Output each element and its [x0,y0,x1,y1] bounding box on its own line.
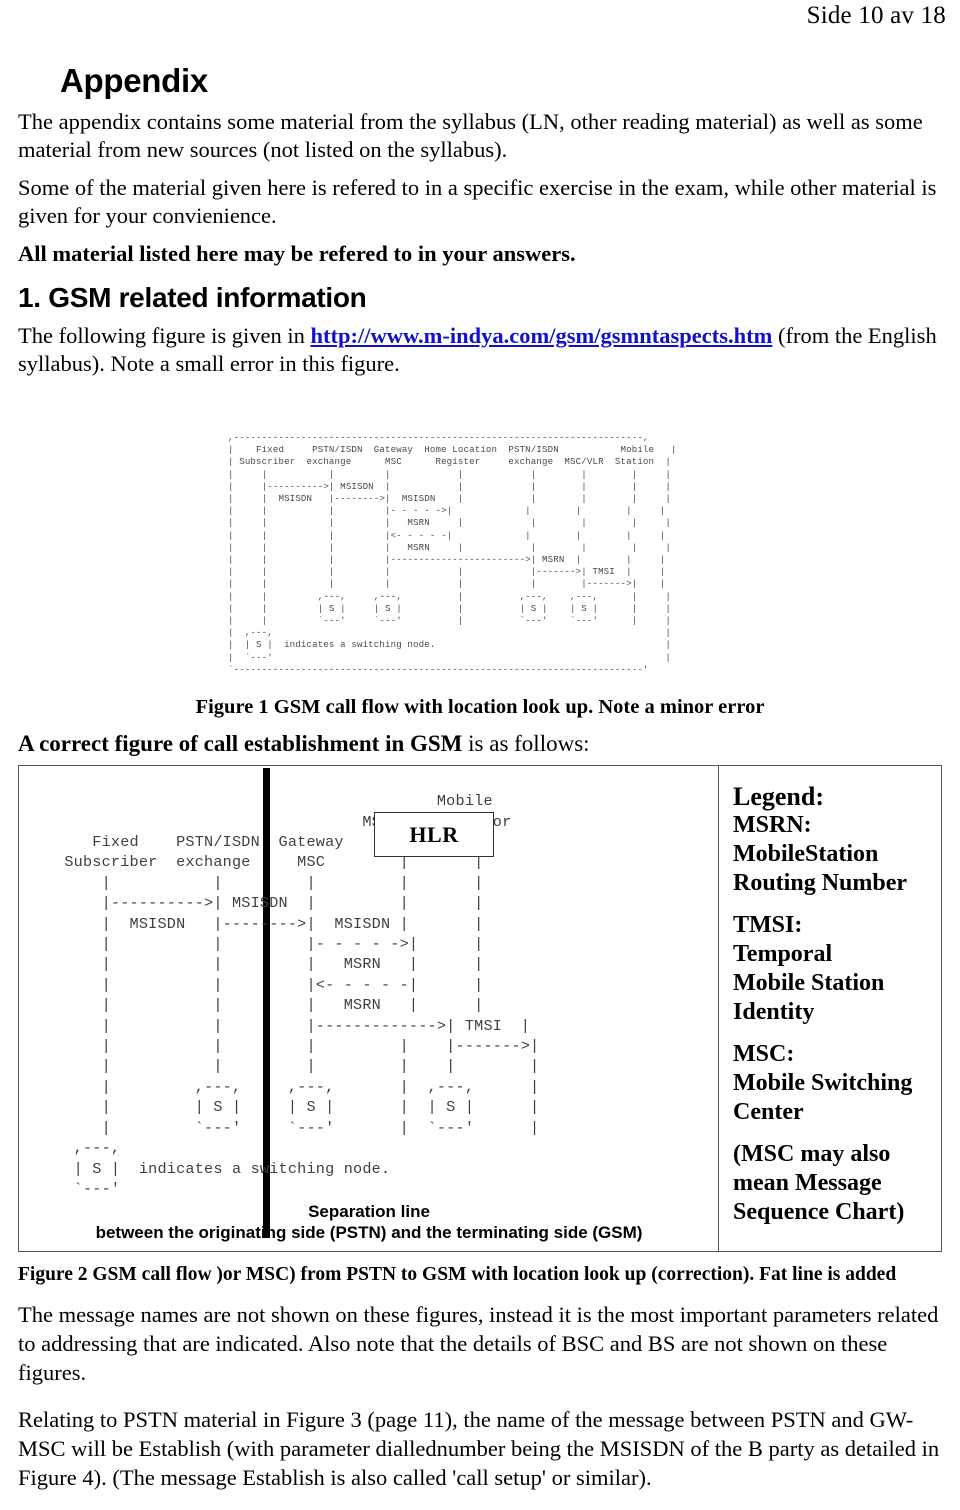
separation-line-caption: Separation line between the originating … [19,1201,718,1243]
figure-2-diagram-panel: Mobile MSC/VLR Statior Fixed PSTN/ISDN G… [19,766,719,1251]
figure-1-caption: Figure 1 GSM call flow with location loo… [195,696,765,718]
legend-msc-note-line3: Sequence Chart) [733,1199,905,1225]
closing-paragraph-2: Relating to PSTN material in Figure 3 (p… [18,1407,940,1490]
legend-tmsi-line4: Identity [733,999,815,1025]
figure-1-ascii-diagram: ,---------------------------------------… [228,432,740,680]
appendix-paragraph-3: All material listed here may be refered … [18,241,576,266]
document-content: Appendix The appendix contains some mate… [18,62,942,388]
page-title: Appendix [60,62,208,99]
legend-msc-note-line1: (MSC may also [733,1141,891,1167]
figure-1-ascii-text: ,---------------------------------------… [228,432,677,675]
closing-paragraphs: The message names are not shown on these… [18,1300,946,1510]
document-page: Side 10 av 18 Appendix The appendix cont… [0,0,960,1490]
separation-caption-line-2: between the originating side (PSTN) and … [95,1223,643,1242]
legend-msrn-line3: Routing Number [733,870,908,896]
section-heading-gsm: 1. GSM related information [18,282,367,313]
legend-list: Legend: MSRN: MobileStation Routing Numb… [733,782,931,1227]
correct-figure-lead-plain: is as follows: [462,731,590,756]
legend-term-msc: MSC: [733,1041,795,1067]
page-header-label: Side 10 av 18 [806,2,946,29]
intro-text-before-link: The following figure is given in [18,323,311,348]
separation-caption-line-1: Separation line [308,1202,430,1221]
legend-entry-msc-note: (MSC may also mean Message Sequence Char… [733,1140,931,1227]
legend-term-msrn: MSRN: [733,812,812,838]
legend-msrn-line2: MobileStation [733,841,879,867]
legend-entry-tmsi: TMSI: Temporal Mobile Station Identity [733,911,931,1027]
legend-msc-line3: Center [733,1099,804,1125]
legend-tmsi-line2: Temporal [733,941,833,967]
legend-entry-msc: MSC: Mobile Switching Center [733,1040,931,1127]
section-intro-paragraph: The following figure is given in http://… [18,322,942,378]
legend-msc-line2: Mobile Switching [733,1070,913,1096]
legend-panel: Legend: MSRN: MobileStation Routing Numb… [719,766,941,1251]
figure-2-caption: Figure 2 GSM call flow )or MSC) from PST… [18,1264,897,1285]
appendix-paragraph-1: The appendix contains some material from… [18,109,923,162]
legend-term-tmsi: TMSI: [733,912,803,938]
legend-tmsi-line3: Mobile Station [733,970,885,996]
hlr-node-box: HLR [374,812,494,857]
gsm-source-link[interactable]: http://www.m-indya.com/gsm/gsmntaspects.… [310,323,772,348]
appendix-paragraph-2: Some of the material given here is refer… [18,175,937,228]
legend-msc-note-line2: mean Message [733,1170,882,1196]
closing-paragraph-1: The message names are not shown on these… [18,1302,939,1385]
correct-figure-lead-bold: A correct figure of call establishment i… [18,731,463,756]
legend-heading-entry: Legend: MSRN: MobileStation Routing Numb… [733,782,931,898]
legend-title: Legend: [733,782,824,811]
correct-figure-lead-in: A correct figure of call establishment i… [18,731,590,757]
